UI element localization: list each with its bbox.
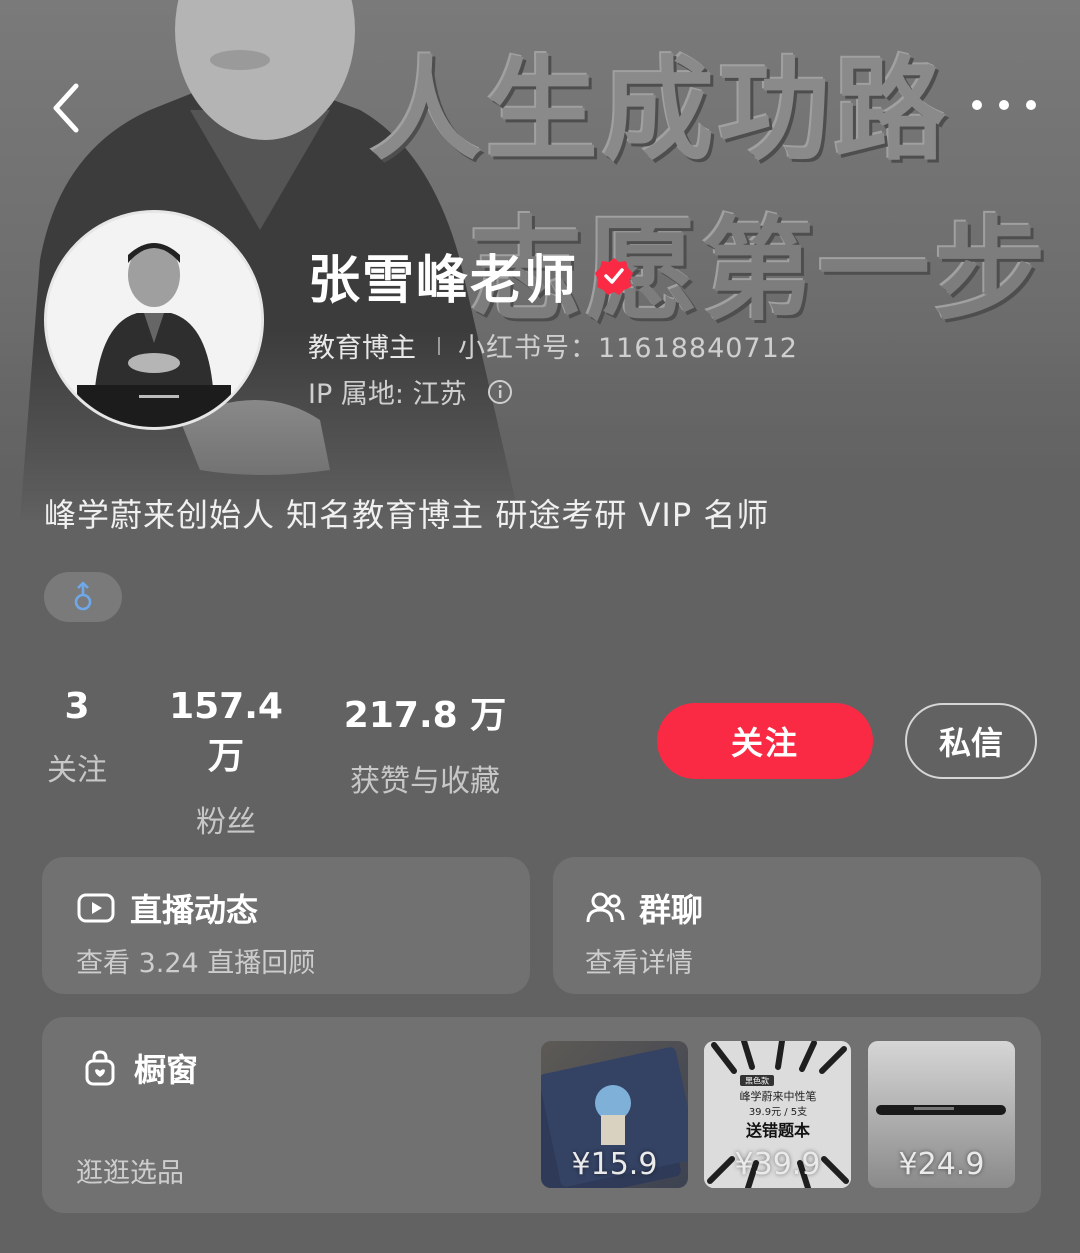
group-card-title: 群聊	[585, 885, 703, 931]
stat-value: 3	[64, 686, 90, 727]
group-icon	[586, 892, 625, 923]
banner-headline-1: 人生成功路	[370, 46, 950, 176]
profile-name-row: 张雪峰老师	[308, 238, 634, 313]
live-card-title: 直播动态	[76, 885, 258, 931]
male-icon	[74, 581, 92, 611]
product-image-text: 黑色款	[745, 1076, 769, 1086]
product-price: ¥15.9	[571, 1147, 658, 1182]
product-image-text: 39.9元 / 5支	[749, 1106, 807, 1118]
back-arrow-icon[interactable]	[44, 76, 88, 140]
profile-name: 张雪峰老师	[308, 251, 579, 311]
shop-bag-icon	[85, 1050, 115, 1086]
stat-value: 217.8 万	[343, 695, 507, 736]
product-item[interactable]: 黑色款 峰学蔚来中性笔 39.9元 / 5支 送错题本 ¥39.9	[704, 1041, 851, 1188]
stat-likes-collects[interactable]: 217.8 万 获赞与收藏	[342, 686, 508, 800]
group-card-subtitle: 查看详情	[585, 948, 693, 979]
profile-category-tag: 教育博主	[308, 333, 416, 364]
product-price: ¥39.9	[734, 1147, 821, 1182]
shop-card-title: 橱窗	[80, 1045, 198, 1091]
profile-id[interactable]: 小红书号：11618840712	[458, 326, 798, 365]
group-card-title-text: 群聊	[639, 891, 704, 929]
message-button[interactable]: 私信	[905, 703, 1037, 779]
product-price: ¥24.9	[898, 1147, 985, 1182]
gender-tag	[44, 572, 122, 622]
stat-label: 粉丝	[196, 805, 256, 840]
live-card-subtitle: 查看 3.24 直播回顾	[76, 948, 316, 979]
live-card[interactable]: 直播动态 查看 3.24 直播回顾	[42, 857, 530, 994]
verified-badge-icon	[595, 257, 634, 295]
live-video-icon	[77, 893, 115, 923]
stat-fans[interactable]: 157.4 万 粉丝	[156, 686, 296, 841]
stat-following[interactable]: 3 关注	[44, 686, 110, 789]
shop-window-card[interactable]: 橱窗 逛逛选品 ¥15.9 黑色款 峰学蔚来中性笔 39.9元 / 5支 送错题	[42, 1017, 1041, 1213]
product-item[interactable]: ¥24.9	[868, 1041, 1015, 1188]
stat-value: 157.4 万	[169, 686, 283, 777]
product-image-text: 峰学蔚来中性笔	[740, 1089, 817, 1103]
meta-divider	[438, 336, 440, 355]
more-options-icon[interactable]	[972, 90, 1036, 120]
product-image-text: 送错题本	[745, 1121, 810, 1140]
avatar[interactable]	[44, 210, 264, 430]
info-icon[interactable]	[487, 379, 513, 405]
profile-bio: 峰学蔚来创始人 知名教育博主 研途考研 VIP 名师	[44, 496, 770, 534]
ip-location-row: IP 属地: 江苏	[308, 372, 513, 411]
live-card-title-text: 直播动态	[130, 891, 259, 929]
group-chat-card[interactable]: 群聊 查看详情	[553, 857, 1041, 994]
shop-card-title-text: 橱窗	[134, 1051, 199, 1089]
profile-meta-row: 教育博主 小红书号：11618840712	[308, 326, 798, 365]
shop-card-subtitle: 逛逛选品	[76, 1158, 184, 1189]
ip-location: IP 属地: 江苏	[308, 379, 467, 410]
stat-label: 获赞与收藏	[350, 764, 500, 799]
follow-button[interactable]: 关注	[657, 703, 873, 779]
product-item[interactable]: ¥15.9	[541, 1041, 688, 1188]
stat-label: 关注	[47, 753, 107, 788]
